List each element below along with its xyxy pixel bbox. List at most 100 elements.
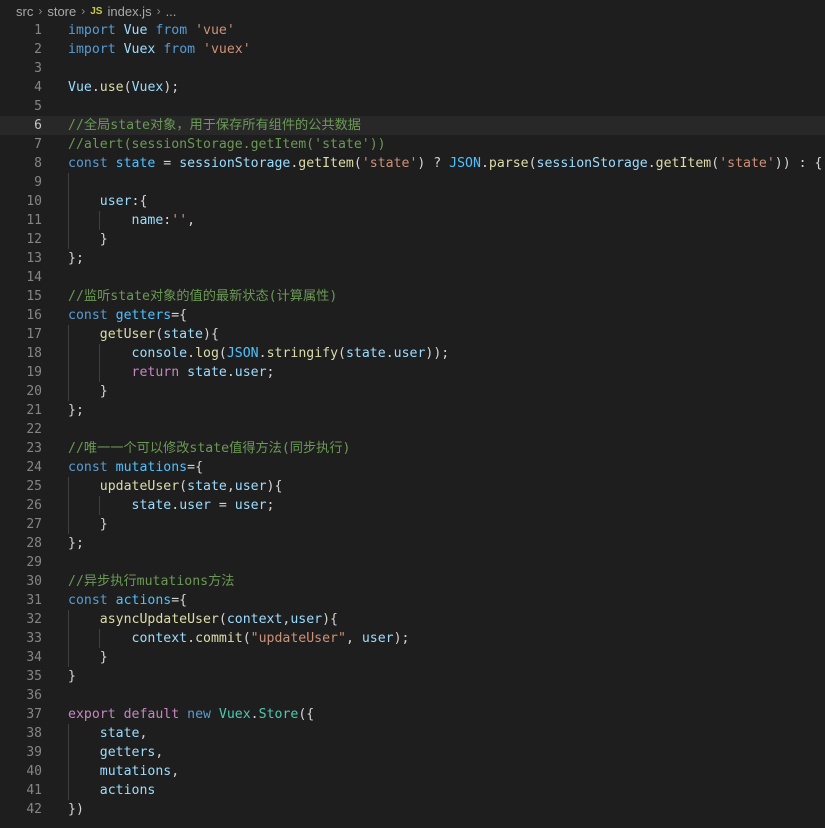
code-line[interactable]: 3 bbox=[0, 59, 825, 78]
code-line[interactable]: 40 mutations, bbox=[0, 762, 825, 781]
code-line[interactable]: 42}) bbox=[0, 800, 825, 819]
line-number: 40 bbox=[26, 764, 42, 779]
code-line[interactable]: 16 const getters={ bbox=[0, 306, 825, 325]
code-token: ); bbox=[393, 631, 410, 646]
code-line[interactable]: 1 import Vue from 'vue' bbox=[0, 21, 825, 40]
code-text: //异步执行mutations方法 bbox=[68, 572, 234, 591]
code-token: )) : { bbox=[774, 156, 823, 171]
code-token: , bbox=[345, 631, 362, 646]
code-token: . bbox=[187, 631, 196, 646]
code-token: const bbox=[68, 460, 108, 475]
code-line[interactable]: 5 bbox=[0, 97, 825, 116]
code-line[interactable]: 20 } bbox=[0, 382, 825, 401]
code-line[interactable]: 21}; bbox=[0, 401, 825, 420]
line-number: 30 bbox=[26, 574, 42, 589]
code-token: user bbox=[234, 365, 267, 380]
code-token: state bbox=[187, 365, 227, 380]
code-line[interactable]: 35} bbox=[0, 667, 825, 686]
code-line[interactable]: 2 import Vuex from 'vuex' bbox=[0, 40, 825, 59]
line-number: 32 bbox=[26, 612, 42, 627]
code-token: user bbox=[99, 194, 132, 209]
code-line[interactable]: 24 const mutations={ bbox=[0, 458, 825, 477]
line-number: 15 bbox=[26, 289, 42, 304]
code-line[interactable]: 15 //监听state对象的值的最新状态(计算属性) bbox=[0, 287, 825, 306]
chevron-right-icon: › bbox=[81, 4, 86, 18]
code-editor[interactable]: 1 import Vue from 'vue' 2 import Vuex from … bbox=[0, 21, 825, 819]
code-line[interactable]: 29 bbox=[0, 553, 825, 572]
code-token: Store bbox=[258, 707, 299, 722]
code-token: ){ bbox=[203, 327, 219, 342]
code-line[interactable]: 33 context.commit("updateUser", user); bbox=[0, 629, 825, 648]
breadcrumb-folder-src[interactable]: src bbox=[16, 4, 33, 19]
code-line[interactable]: 28}; bbox=[0, 534, 825, 553]
code-line[interactable]: 37 export default new Vuex.Store({ bbox=[0, 705, 825, 724]
code-line[interactable]: 4 Vue.use(Vuex); bbox=[0, 78, 825, 97]
code-token: 'state' bbox=[719, 156, 775, 171]
line-number: 25 bbox=[26, 479, 42, 494]
code-token: }; bbox=[68, 536, 84, 551]
code-line[interactable]: 39 getters, bbox=[0, 743, 825, 762]
code-line[interactable]: 26 state.user = user; bbox=[0, 496, 825, 515]
code-text: state.user = user; bbox=[68, 496, 275, 515]
code-line[interactable]: 17 getUser(state){ bbox=[0, 325, 825, 344]
breadcrumb-folder-store[interactable]: store bbox=[47, 4, 76, 19]
code-line[interactable]: 12 } bbox=[0, 230, 825, 249]
code-line[interactable]: 34 } bbox=[0, 648, 825, 667]
line-number: 13 bbox=[26, 251, 42, 266]
code-line[interactable]: 38 state, bbox=[0, 724, 825, 743]
code-token: . bbox=[171, 498, 180, 513]
code-token: } bbox=[68, 650, 108, 665]
breadcrumb: src › store › JS index.js › ... bbox=[0, 0, 825, 22]
code-line[interactable]: 13}; bbox=[0, 249, 825, 268]
line-number: 39 bbox=[26, 745, 42, 760]
code-text: name:'', bbox=[68, 211, 196, 230]
code-text: const state = sessionStorage.getItem('st… bbox=[68, 154, 822, 173]
code-line[interactable]: 14 bbox=[0, 268, 825, 287]
breadcrumb-file-index[interactable]: index.js bbox=[107, 4, 151, 19]
code-token: stringify bbox=[266, 346, 339, 361]
code-token: const bbox=[68, 156, 108, 171]
code-token: JSON bbox=[226, 346, 259, 361]
code-line[interactable]: 23 //唯一一个可以修改state值得方法(同步执行) bbox=[0, 439, 825, 458]
code-text: const mutations={ bbox=[68, 458, 203, 477]
code-line[interactable]: 41 actions bbox=[0, 781, 825, 800]
code-token: import bbox=[68, 42, 116, 57]
code-token: user bbox=[361, 631, 394, 646]
code-line[interactable]: 10 user:{ bbox=[0, 192, 825, 211]
code-token: export bbox=[68, 707, 116, 722]
code-line[interactable]: 8 const state = sessionStorage.getItem('s… bbox=[0, 154, 825, 173]
code-token: context bbox=[226, 612, 283, 627]
code-line[interactable]: 19 return state.user; bbox=[0, 363, 825, 382]
code-text: }; bbox=[68, 401, 84, 420]
line-number: 2 bbox=[34, 42, 42, 57]
code-text: //唯一一个可以修改state值得方法(同步执行) bbox=[68, 439, 350, 458]
line-number: 8 bbox=[34, 156, 42, 171]
line-number: 14 bbox=[26, 270, 42, 285]
code-line[interactable]: 11 name:'', bbox=[0, 211, 825, 230]
line-number: 36 bbox=[26, 688, 42, 703]
code-token: getItem bbox=[298, 156, 354, 171]
code-line[interactable]: 30 //异步执行mutations方法 bbox=[0, 572, 825, 591]
code-line[interactable]: 32 asyncUpdateUser(context,user){ bbox=[0, 610, 825, 629]
code-token: ( bbox=[218, 612, 227, 627]
code-line[interactable]: 18 console.log(JSON.stringify(state.user… bbox=[0, 344, 825, 363]
code-line[interactable]: 31 const actions={ bbox=[0, 591, 825, 610]
code-line[interactable]: 6 //全局state对象，用于保存所有组件的公共数据 bbox=[0, 116, 825, 135]
code-token: , bbox=[226, 479, 235, 494]
code-line[interactable]: 27 } bbox=[0, 515, 825, 534]
line-number: 29 bbox=[26, 555, 42, 570]
code-line[interactable]: 36 bbox=[0, 686, 825, 705]
breadcrumb-symbols[interactable]: ... bbox=[166, 4, 177, 19]
code-line[interactable]: 25 updateUser(state,user){ bbox=[0, 477, 825, 496]
line-number: 33 bbox=[26, 631, 42, 646]
line-number: 31 bbox=[26, 593, 42, 608]
line-number: 7 bbox=[34, 137, 42, 152]
code-line[interactable]: 7 //alert(sessionStorage.getItem('state')… bbox=[0, 135, 825, 154]
code-token: new bbox=[187, 707, 211, 722]
code-line[interactable]: 9 bbox=[0, 173, 825, 192]
code-line[interactable]: 22 bbox=[0, 420, 825, 439]
code-token: ( bbox=[353, 156, 362, 171]
